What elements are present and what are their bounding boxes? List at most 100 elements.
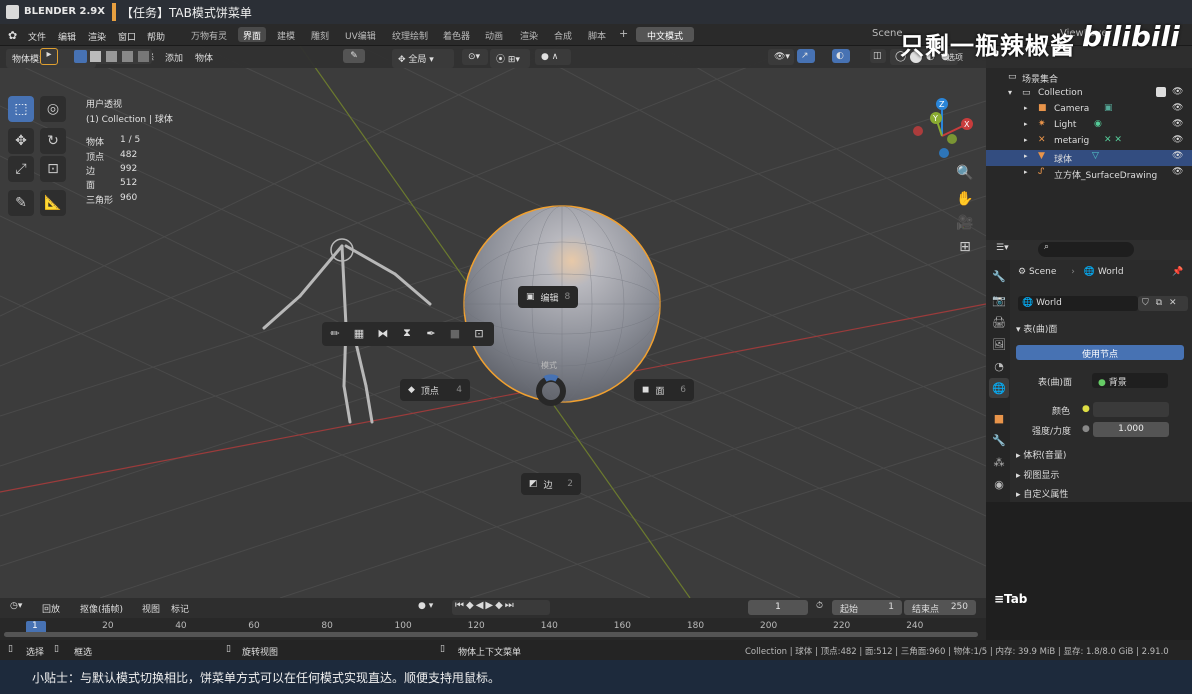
- custom-properties-panel-header[interactable]: ▸ 自定义属性: [1016, 487, 1068, 500]
- expand-arrow-icon[interactable]: ▸: [1024, 136, 1028, 144]
- select-tool-indicator-icon[interactable]: ▸: [40, 48, 58, 65]
- scene-selector[interactable]: Scene: [872, 28, 903, 39]
- color-field[interactable]: [1093, 402, 1169, 417]
- invert-selection-icon[interactable]: [122, 51, 133, 62]
- tab-animation[interactable]: 动画: [480, 27, 508, 42]
- eyedropper-icon[interactable]: ✎: [343, 49, 365, 63]
- transform-tool-icon[interactable]: ⊡: [40, 156, 66, 182]
- collection-checkbox[interactable]: [1156, 87, 1166, 97]
- move-tool-icon[interactable]: ✥: [8, 128, 34, 154]
- snap-icon[interactable]: ⦿ ⊞▾: [490, 49, 530, 68]
- proportional-edit-icon[interactable]: ● ∧: [535, 49, 571, 65]
- world-tab-icon[interactable]: 🌐: [989, 378, 1009, 398]
- select-box-tool-icon[interactable]: ⬚: [8, 96, 34, 122]
- camera-eye-icon[interactable]: 👁: [1172, 103, 1183, 113]
- playback-controls[interactable]: ⏮◆◀▶◆⏭: [452, 600, 550, 615]
- expand-arrow-icon[interactable]: ▸: [1024, 104, 1028, 112]
- menu-edit[interactable]: 编辑: [58, 30, 76, 43]
- tab-texture-paint[interactable]: 纹理绘制: [387, 27, 433, 42]
- view-layer-tab-icon[interactable]: 🖼: [989, 334, 1009, 354]
- measure-tool-icon[interactable]: 📐: [40, 190, 66, 216]
- start-frame-field[interactable]: 起始 1: [832, 600, 902, 615]
- add-workspace-button[interactable]: +: [614, 25, 633, 40]
- texture-paint-mode-icon[interactable]: ▦: [348, 322, 370, 344]
- outliner-item-sphere[interactable]: ▸ ▼ 球体 ▽ 👁: [986, 150, 1192, 166]
- color-socket-icon[interactable]: ●: [1082, 404, 1090, 414]
- world-datablock-field[interactable]: 🌐 World: [1018, 296, 1138, 311]
- menu-render[interactable]: 渲染: [88, 30, 106, 43]
- tab-scripting[interactable]: 脚本: [583, 27, 611, 42]
- particle-edit-icon[interactable]: ⊡: [468, 322, 490, 344]
- pivot-icon[interactable]: ⊙▾: [462, 49, 488, 65]
- tool-tab-icon[interactable]: 🔧: [989, 266, 1009, 286]
- annotate-tool-icon[interactable]: ✎: [8, 190, 34, 216]
- physics-tab-icon[interactable]: ◉: [989, 474, 1009, 494]
- draw-mode-icon[interactable]: ✏: [324, 322, 346, 344]
- fake-user-icon[interactable]: ⛉: [1142, 298, 1149, 308]
- timeline-menu-view[interactable]: 视图: [142, 602, 160, 615]
- selection-mode-buttons[interactable]: [72, 49, 152, 64]
- strength-field[interactable]: 1.000: [1093, 422, 1169, 437]
- menu-window[interactable]: 窗口: [118, 30, 136, 43]
- editor-type-selector[interactable]: [6, 48, 32, 65]
- tab-uv[interactable]: UV编辑: [340, 27, 381, 42]
- vertex-paint-mode-icon[interactable]: ⧗: [396, 322, 418, 344]
- expand-arrow-icon[interactable]: ▸: [1024, 120, 1028, 128]
- outliner-collection[interactable]: ▾ ▭ Collection 👁: [986, 86, 1192, 102]
- tab-compositing[interactable]: 合成: [549, 27, 577, 42]
- outliner-scene-collection[interactable]: ▭ 场景集合: [986, 70, 1192, 86]
- particles-tab-icon[interactable]: ⁂: [989, 452, 1009, 472]
- outliner-item-surface-drawing[interactable]: ▸ ᔑ 立方体_SurfaceDrawing 👁: [986, 166, 1192, 182]
- unlink-icon[interactable]: ✕: [1169, 298, 1177, 308]
- tab-layout[interactable]: 界面: [238, 27, 267, 42]
- tab-wanwu[interactable]: 万物有灵: [186, 27, 232, 42]
- navigation-gizmo[interactable]: Z X Y: [913, 98, 973, 158]
- sculpt-brush-icon[interactable]: ✒: [420, 322, 442, 344]
- outliner-item-metarig[interactable]: ▸ ✕ metarig ✕ ✕ 👁: [986, 134, 1192, 150]
- cursor-tool-icon[interactable]: ◎: [40, 96, 66, 122]
- language-toggle[interactable]: 中文模式: [636, 27, 694, 42]
- tab-rendering[interactable]: 渲染: [515, 27, 543, 42]
- object-mode-icon[interactable]: ■: [444, 322, 466, 344]
- expand-arrow-icon[interactable]: ▸: [1024, 152, 1028, 160]
- object-tab-icon[interactable]: ■: [989, 408, 1009, 428]
- menu-file[interactable]: 文件: [28, 30, 46, 43]
- sphere-eye-icon[interactable]: 👁: [1172, 151, 1183, 161]
- blender-menu-icon[interactable]: ✿: [8, 29, 17, 42]
- vp-menu-add[interactable]: 添加: [165, 51, 183, 64]
- timeline-scrollbar[interactable]: [4, 632, 978, 637]
- modifier-tab-icon[interactable]: 🔧: [989, 430, 1009, 450]
- rotate-tool-icon[interactable]: ↻: [40, 128, 66, 154]
- current-frame-field[interactable]: 1: [748, 600, 808, 615]
- volume-panel-header[interactable]: ▸ 体积(音量): [1016, 448, 1066, 461]
- scale-tool-icon[interactable]: ⤢: [8, 156, 34, 182]
- timeline-menu-keying[interactable]: 抠像(插帧): [80, 602, 123, 615]
- viewport-display-panel-header[interactable]: ▸ 视图显示: [1016, 468, 1059, 481]
- properties-search[interactable]: ⌕: [1038, 242, 1134, 257]
- scene-tab-icon[interactable]: ◔: [989, 356, 1009, 376]
- duplicate-icon[interactable]: ⧉: [1156, 298, 1162, 308]
- transform-orientation[interactable]: ✥ 全局 ▾: [392, 49, 454, 68]
- collection-eye-icon[interactable]: 👁: [1172, 87, 1183, 97]
- weight-paint-mode-icon[interactable]: ⧓: [372, 322, 394, 344]
- xray-icon[interactable]: ◫: [870, 49, 886, 63]
- tab-modeling[interactable]: 建模: [272, 27, 300, 42]
- render-tab-icon[interactable]: 📷: [989, 290, 1009, 310]
- pie-item-edge[interactable]: ◩ 边 2: [521, 473, 581, 495]
- output-tab-icon[interactable]: 🖨: [989, 312, 1009, 332]
- visibility-icon[interactable]: 👁▾: [768, 49, 794, 65]
- gizmo-toggle-icon[interactable]: ↗: [797, 49, 815, 63]
- pie-item-face[interactable]: ◼ 面 6: [634, 379, 694, 401]
- timeline-editor-icon[interactable]: ◷▾: [10, 601, 22, 611]
- outliner-item-camera[interactable]: ▸ ■ Camera ▣ 👁: [986, 102, 1192, 118]
- timeline-menu-marker[interactable]: 标记: [171, 602, 189, 615]
- new-selection-icon[interactable]: [74, 50, 87, 63]
- surface-shader-field[interactable]: ● 背景: [1092, 373, 1168, 388]
- editor-type-icon[interactable]: ☰▾: [996, 243, 1009, 253]
- light-eye-icon[interactable]: 👁: [1172, 119, 1183, 129]
- 3d-viewport[interactable]: Z X Y 物体模式 ▾ 视图 选择 添加 物体 ✎ ✥ 全局 ▾ ⊙▾ ⦿ ⊞…: [0, 46, 986, 598]
- datablock-buttons[interactable]: ⛉ ⧉ ✕: [1138, 296, 1188, 311]
- timeline-ruler[interactable]: 1 20 40 60 80 100 120 140 160 180 200 220 240: [0, 618, 986, 640]
- overlay-toggle-icon[interactable]: ◐: [832, 49, 850, 63]
- pan-hand-icon[interactable]: ✋: [954, 188, 976, 210]
